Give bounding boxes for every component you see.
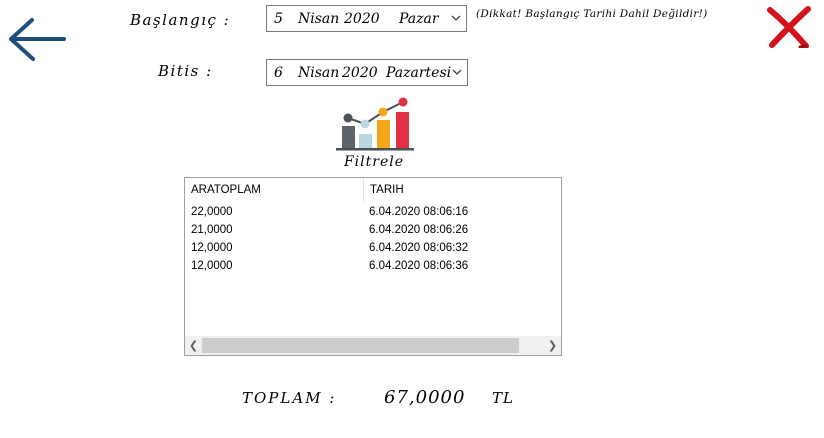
close-button[interactable] — [766, 6, 812, 49]
end-date-picker[interactable]: 6 Nisan 2020 Pazartesi — [266, 59, 468, 86]
table-row[interactable]: 12,0000 6.04.2020 08:06:32 — [185, 240, 561, 258]
cell-tarih: 6.04.2020 08:06:32 — [369, 242, 469, 254]
arrow-left-icon — [9, 18, 66, 61]
close-x-icon — [767, 6, 811, 49]
cell-tarih: 6.04.2020 08:06:16 — [369, 206, 469, 218]
scroll-left-icon[interactable]: ❮ — [185, 336, 202, 355]
scroll-right-icon[interactable]: ❯ — [544, 336, 561, 355]
start-date-label: Başlangıç : — [130, 11, 231, 29]
filter-label: Filtrele — [343, 154, 405, 170]
back-button[interactable] — [6, 14, 70, 64]
table-row[interactable]: 22,0000 6.04.2020 08:06:16 — [185, 204, 561, 222]
start-month: Nisan — [298, 10, 340, 27]
end-year: 2020 — [342, 64, 378, 81]
filter-button[interactable]: Filtrele — [328, 96, 420, 174]
end-month: Nisan — [298, 64, 340, 81]
end-weekday: Pazartesi — [386, 64, 452, 81]
chevron-down-icon — [452, 69, 462, 75]
table-row[interactable]: 21,0000 6.04.2020 08:06:26 — [185, 222, 561, 240]
grid-header: ARATOPLAM TARIH — [185, 178, 561, 202]
end-date-label: Bitis : — [158, 62, 213, 80]
scrollbar-thumb[interactable] — [202, 338, 519, 353]
results-grid[interactable]: ARATOPLAM TARIH 22,0000 6.04.2020 08:06:… — [184, 177, 562, 356]
start-weekday: Pazar — [399, 10, 439, 27]
start-day: 5 — [274, 10, 283, 27]
cell-aratoplam: 21,0000 — [191, 224, 233, 236]
cell-aratoplam: 12,0000 — [191, 260, 233, 272]
total-value: 67,0000 — [384, 387, 466, 408]
bar-chart-icon — [336, 97, 414, 151]
column-header-tarih[interactable]: TARIH — [363, 178, 561, 202]
total-unit: TL — [492, 389, 514, 407]
cell-tarih: 6.04.2020 08:06:26 — [369, 224, 469, 236]
total-label: TOPLAM : — [242, 389, 337, 407]
start-date-picker[interactable]: 5 Nisan 2020 Pazar — [266, 5, 467, 32]
end-day: 6 — [274, 64, 283, 81]
table-row[interactable]: 12,0000 6.04.2020 08:06:36 — [185, 258, 561, 276]
cell-tarih: 6.04.2020 08:06:36 — [369, 260, 469, 272]
chevron-down-icon — [451, 15, 461, 21]
cell-aratoplam: 12,0000 — [191, 242, 233, 254]
column-header-aratoplam[interactable]: ARATOPLAM — [185, 178, 363, 202]
warning-note: (Dikkat! Başlangıç Tarihi Dahil Değildir… — [476, 8, 708, 20]
horizontal-scrollbar[interactable]: ❮ ❯ — [185, 336, 561, 355]
cell-aratoplam: 22,0000 — [191, 206, 233, 218]
start-year: 2020 — [344, 10, 380, 27]
